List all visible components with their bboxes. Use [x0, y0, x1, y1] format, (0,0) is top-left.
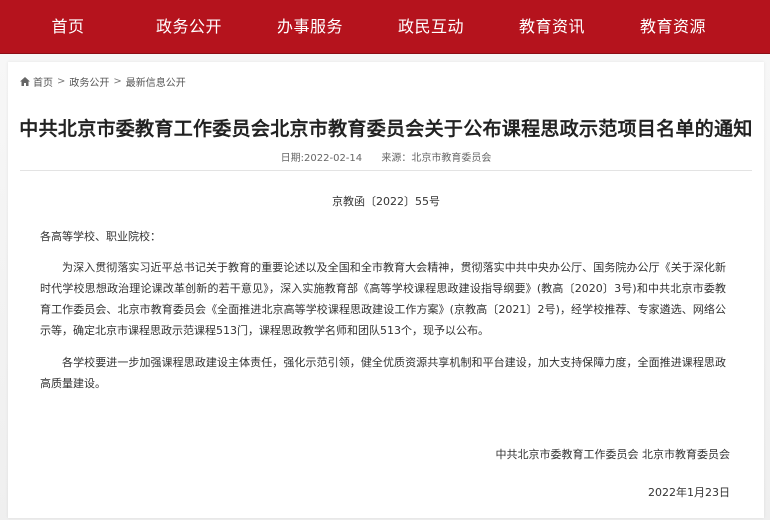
title-divider [20, 170, 752, 171]
breadcrumb-home-link[interactable]: 首页 [33, 74, 53, 89]
article-title: 中共北京市委教育工作委员会北京市教育委员会关于公布课程思政示范项目名单的通知 [19, 118, 753, 140]
nav-item-home[interactable]: 首页 [8, 0, 128, 53]
article-date: 日期:2022-02-14 [280, 153, 363, 164]
nav-item-education-news[interactable]: 教育资讯 [492, 0, 612, 53]
issuer-signature: 中共北京市委教育工作委员会 北京市教育委员会 [495, 448, 731, 461]
body-paragraph-2: 各学校要进一步加强课程思政建设主体责任，强化示范引领，健全优质资源共享机制和平台… [40, 356, 726, 390]
body-paragraph-1: 为深入贯彻落实习近平总书记关于教育的重要论述以及全国和全市教育大会精神，贯彻落实… [40, 261, 726, 337]
nav-item-education-resources[interactable]: 教育资源 [613, 0, 733, 53]
breadcrumb-separator: > [113, 76, 122, 87]
article-container: 首页 > 政务公开 > 最新信息公开 中共北京市委教育工作委员会北京市教育委员会… [8, 62, 764, 518]
nav-item-government-affairs[interactable]: 政务公开 [129, 0, 249, 53]
nav-item-services[interactable]: 办事服务 [250, 0, 370, 53]
document-number: 京教函〔2022〕55号 [332, 195, 440, 208]
breadcrumb-latest-info-link[interactable]: 最新信息公开 [126, 74, 186, 89]
breadcrumb-separator: > [57, 76, 66, 87]
breadcrumb-government-affairs-link[interactable]: 政务公开 [69, 74, 109, 89]
home-icon [20, 77, 30, 86]
nav-item-interaction[interactable]: 政民互动 [371, 0, 491, 53]
signing-date: 2022年1月23日 [648, 486, 730, 499]
article-meta: 日期:2022-02-14 来源：北京市教育委员会 [8, 149, 764, 164]
breadcrumb: 首页 > 政务公开 > 最新信息公开 [20, 74, 186, 89]
article-source: 来源：北京市教育委员会 [381, 153, 492, 164]
top-navigation-bar: 首页 政务公开 办事服务 政民互动 教育资讯 教育资源 [0, 0, 770, 54]
salutation: 各高等学校、职业院校： [40, 230, 161, 243]
